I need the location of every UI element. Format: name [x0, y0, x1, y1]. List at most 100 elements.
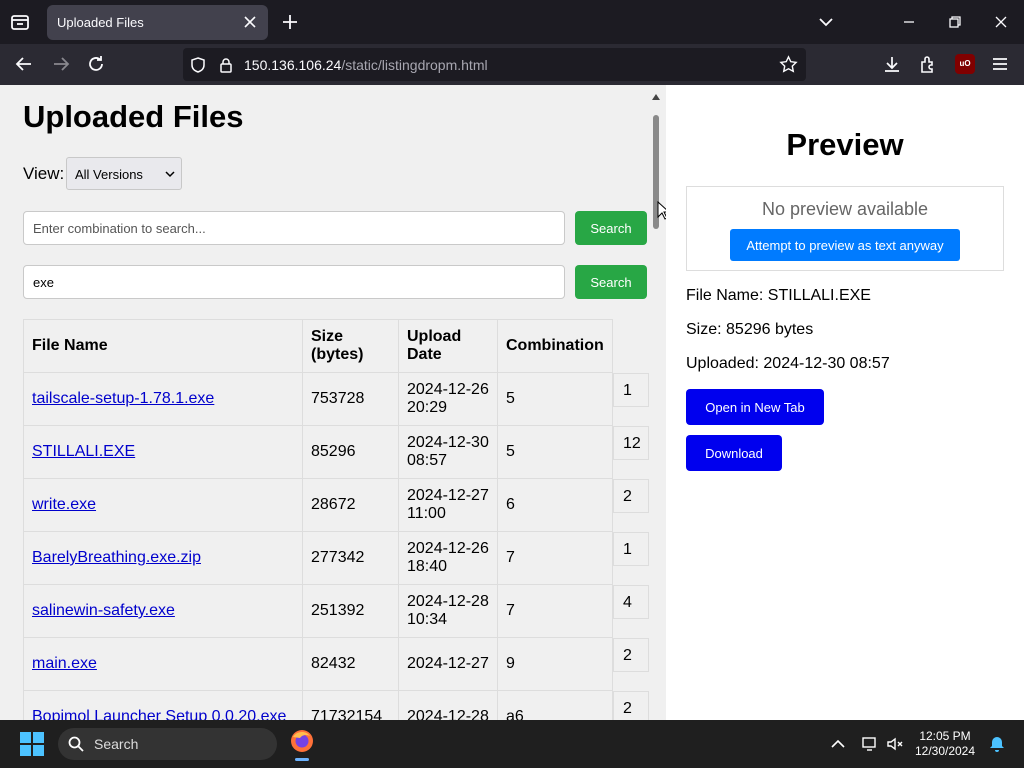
cell-file-name: STILLALI.EXE [23, 425, 303, 479]
windows-start-icon[interactable] [20, 732, 44, 756]
cell-upload-date: 2024-12-30 08:57 [398, 425, 498, 479]
view-select[interactable]: All Versions [66, 157, 182, 190]
downloads-icon[interactable] [882, 54, 902, 74]
browser-tab[interactable]: Uploaded Files [47, 5, 268, 40]
cell-upload-date: 2024-12-27 11:00 [398, 478, 498, 532]
cell-count: 2 [612, 478, 649, 532]
cell-size: 28672 [302, 478, 399, 532]
time-line: 10:34 [407, 611, 448, 628]
cell-count: 1 [612, 372, 649, 426]
url-path: /static/listingdropm.html [341, 57, 488, 73]
time-line: 11:00 [407, 505, 446, 522]
date-line: 2024-12-26 [407, 381, 489, 398]
reload-icon[interactable] [86, 54, 106, 74]
date-line: 2024-12-28 [407, 593, 489, 610]
extensions-icon[interactable] [918, 54, 938, 74]
open-new-tab-button[interactable]: Open in New Tab [686, 389, 824, 425]
count-value: 2 [613, 690, 649, 720]
chevron-up-icon[interactable] [829, 735, 847, 753]
minimize-icon[interactable] [899, 12, 919, 32]
table-row: salinewin-safety.exe 251392 2024-12-28 10:3… [23, 584, 649, 638]
close-window-icon[interactable] [991, 12, 1011, 32]
date-line: 2024-12-28 [407, 708, 489, 720]
view-label: View: [23, 164, 65, 183]
file-link[interactable]: write.exe [32, 496, 96, 513]
file-link[interactable]: Bopimol Launcher Setup 0.0.20.exe [32, 708, 286, 720]
combination-search-input[interactable] [23, 211, 565, 245]
file-link[interactable]: BarelyBreathing.exe.zip [32, 549, 201, 566]
restore-icon[interactable] [945, 12, 965, 32]
file-table: File Name Size (bytes) Upload Date Combi… [23, 319, 649, 720]
column-header-date[interactable]: Upload Date [398, 319, 498, 373]
cell-upload-date: 2024-12-26 20:29 [398, 372, 498, 426]
time-line: 20:29 [407, 399, 448, 416]
forward-icon[interactable] [51, 54, 71, 74]
count-value: 1 [613, 372, 649, 407]
address-bar[interactable]: 150.136.106.24/static/listingdropm.html [183, 48, 806, 81]
date-line: 2024-12-30 [407, 434, 489, 451]
cell-combination: 5 [497, 372, 613, 426]
lock-icon[interactable] [217, 56, 235, 74]
table-row: Bopimol Launcher Setup 0.0.20.exe 7173215… [23, 690, 649, 720]
file-name-info: File Name: STILLALI.EXE [686, 287, 871, 304]
bookmark-star-icon[interactable] [779, 55, 798, 74]
cell-count: 2 [612, 690, 649, 720]
file-link[interactable]: main.exe [32, 655, 97, 672]
scroll-up-icon[interactable] [652, 93, 660, 101]
preview-as-text-button[interactable]: Attempt to preview as text anyway [730, 229, 960, 261]
scrollbar[interactable] [651, 93, 661, 720]
page-title: Uploaded Files [23, 99, 244, 134]
date-line: 2024-12-27 [407, 655, 489, 672]
menu-icon[interactable] [990, 54, 1010, 74]
cell-combination: 7 [497, 584, 613, 638]
ublock-icon[interactable]: uO [955, 54, 975, 74]
firefox-taskbar-button[interactable] [287, 726, 317, 762]
cell-combination: 7 [497, 531, 613, 585]
shield-icon[interactable] [189, 56, 207, 74]
url-host: 150.136.106.24 [244, 57, 342, 73]
column-header-blank [613, 320, 649, 373]
new-tab-icon[interactable] [280, 12, 300, 32]
page-content: Uploaded Files View: All Versions Search… [0, 85, 1024, 720]
view-select-value: All Versions [75, 167, 143, 182]
name-search-button[interactable]: Search [575, 265, 647, 299]
cell-upload-date: 2024-12-28 [398, 690, 498, 720]
close-tab-icon[interactable] [242, 14, 258, 30]
table-row: write.exe 28672 2024-12-27 11:00 6 2 [23, 478, 649, 532]
cell-count: 2 [612, 637, 649, 691]
column-header-size[interactable]: Size (bytes) [302, 319, 399, 373]
cell-combination: 9 [497, 637, 613, 691]
network-icon[interactable] [861, 735, 879, 753]
date-line: 2024-12-27 [407, 487, 489, 504]
file-size-info: Size: 85296 bytes [686, 321, 814, 338]
combination-search-button[interactable]: Search [575, 211, 647, 245]
cell-size: 753728 [302, 372, 399, 426]
cell-count: 12 [612, 425, 649, 479]
cell-file-name: write.exe [23, 478, 303, 532]
taskbar-search[interactable]: Search [58, 728, 277, 760]
chevron-down-icon[interactable] [816, 12, 836, 32]
no-preview-message: No preview available [761, 199, 929, 219]
clock-time: 12:05 PM [919, 729, 971, 743]
cell-file-name: BarelyBreathing.exe.zip [23, 531, 303, 585]
cell-upload-date: 2024-12-27 [398, 637, 498, 691]
column-header-combination[interactable]: Combination [497, 319, 613, 373]
cell-file-name: salinewin-safety.exe [23, 584, 303, 638]
column-header-name[interactable]: File Name [23, 319, 303, 373]
list-all-tabs-icon[interactable] [8, 10, 32, 34]
file-link[interactable]: tailscale-setup-1.78.1.exe [32, 390, 214, 407]
name-search-input[interactable] [23, 265, 565, 299]
download-button[interactable]: Download [686, 435, 782, 471]
url-text[interactable]: 150.136.106.24/static/listingdropm.html [244, 57, 488, 73]
file-link[interactable]: STILLALI.EXE [32, 443, 135, 460]
back-icon[interactable] [14, 54, 34, 74]
tab-bar: Uploaded Files [0, 0, 1024, 44]
taskbar-clock[interactable]: 12:05 PM 12/30/2024 [900, 729, 990, 759]
cell-combination: 5 [497, 425, 613, 479]
file-link[interactable]: salinewin-safety.exe [32, 602, 175, 619]
notification-bell-icon[interactable] [988, 735, 1006, 753]
firefox-icon [291, 730, 313, 752]
count-value: 12 [613, 425, 649, 460]
cell-size: 71732154 [302, 690, 399, 720]
active-app-indicator [295, 758, 309, 761]
